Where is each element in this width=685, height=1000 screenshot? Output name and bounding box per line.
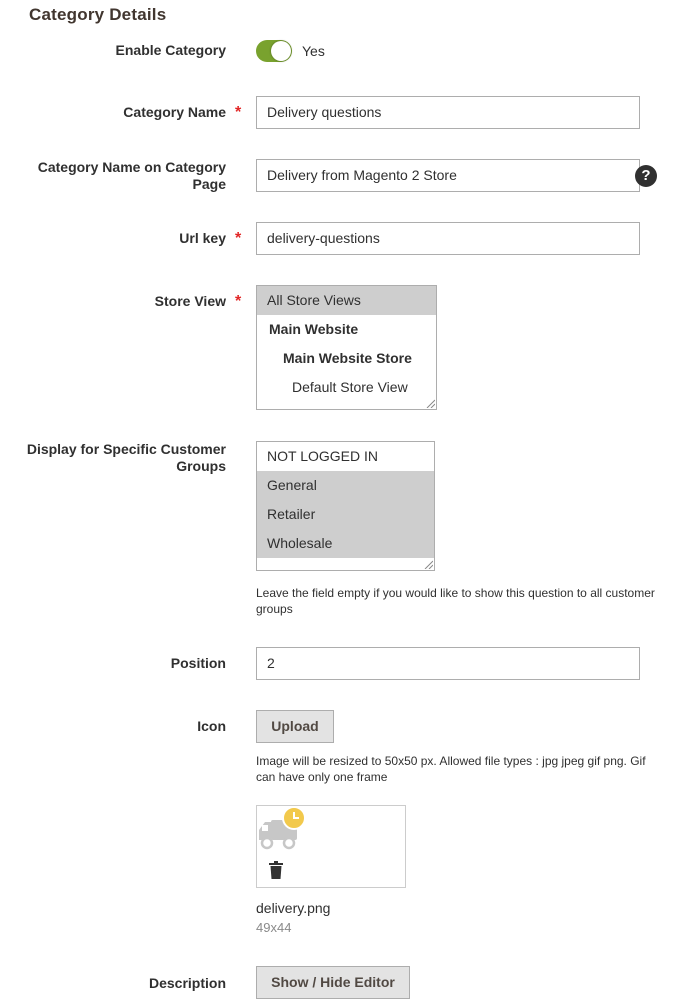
enable-category-toggle[interactable] [256, 40, 292, 62]
position-value: 2 [267, 655, 275, 671]
url-key-value: delivery-questions [267, 230, 380, 246]
customer-groups-select[interactable]: NOT LOGGED IN General Retailer Wholesale [256, 441, 435, 571]
category-name-input[interactable]: Delivery questions [256, 96, 640, 129]
description-label: Description [148, 975, 226, 991]
category-page-name-label: Category Name on Category Page [37, 159, 226, 192]
store-view-label: Store View [154, 293, 226, 309]
icon-label: Icon [197, 718, 226, 734]
position-label: Position [170, 655, 226, 671]
required-marker: * [235, 104, 242, 121]
category-name-value: Delivery questions [267, 104, 382, 120]
category-page-name-value: Delivery from Magento 2 Store [267, 167, 457, 183]
trash-icon[interactable] [269, 861, 283, 879]
store-view-option[interactable]: Default Store View [257, 373, 436, 402]
customer-group-option[interactable]: Retailer [257, 500, 434, 529]
customer-group-option[interactable]: NOT LOGGED IN [257, 442, 434, 471]
resize-grip-icon[interactable] [425, 398, 435, 408]
url-key-label: Url key [179, 230, 226, 246]
icon-note: Image will be resized to 50x50 px. Allow… [256, 754, 646, 784]
store-view-select[interactable]: All Store Views Main Website Main Websit… [256, 285, 437, 410]
toggle-knob [271, 41, 291, 61]
customer-groups-note: Leave the field empty if you would like … [256, 586, 655, 616]
show-hide-editor-button[interactable]: Show / Hide Editor [256, 966, 410, 999]
enable-category-label: Enable Category [115, 42, 226, 58]
help-icon[interactable]: ? [635, 165, 657, 187]
resize-grip-icon[interactable] [423, 559, 433, 569]
required-marker: * [235, 230, 242, 247]
upload-button[interactable]: Upload [256, 710, 334, 743]
enable-category-value: Yes [302, 43, 325, 59]
customer-groups-label: Display for Specific Customer Groups [26, 441, 226, 474]
required-marker: * [235, 293, 242, 310]
url-key-input[interactable]: delivery-questions [256, 222, 640, 255]
customer-group-option[interactable]: Wholesale [257, 529, 434, 558]
category-name-label: Category Name [123, 104, 226, 120]
store-view-option[interactable]: All Store Views [257, 286, 436, 315]
position-input[interactable]: 2 [256, 647, 640, 680]
category-page-name-input[interactable]: Delivery from Magento 2 Store [256, 159, 640, 192]
customer-group-option[interactable]: General [257, 471, 434, 500]
store-view-option[interactable]: Main Website [257, 315, 436, 344]
store-view-option[interactable]: Main Website Store [257, 344, 436, 373]
section-title: Category Details [29, 5, 167, 24]
delivery-truck-clock-icon [259, 806, 306, 850]
icon-file-dimensions: 49x44 [256, 920, 292, 935]
icon-file-name: delivery.png [256, 900, 331, 916]
icon-preview [256, 805, 406, 888]
